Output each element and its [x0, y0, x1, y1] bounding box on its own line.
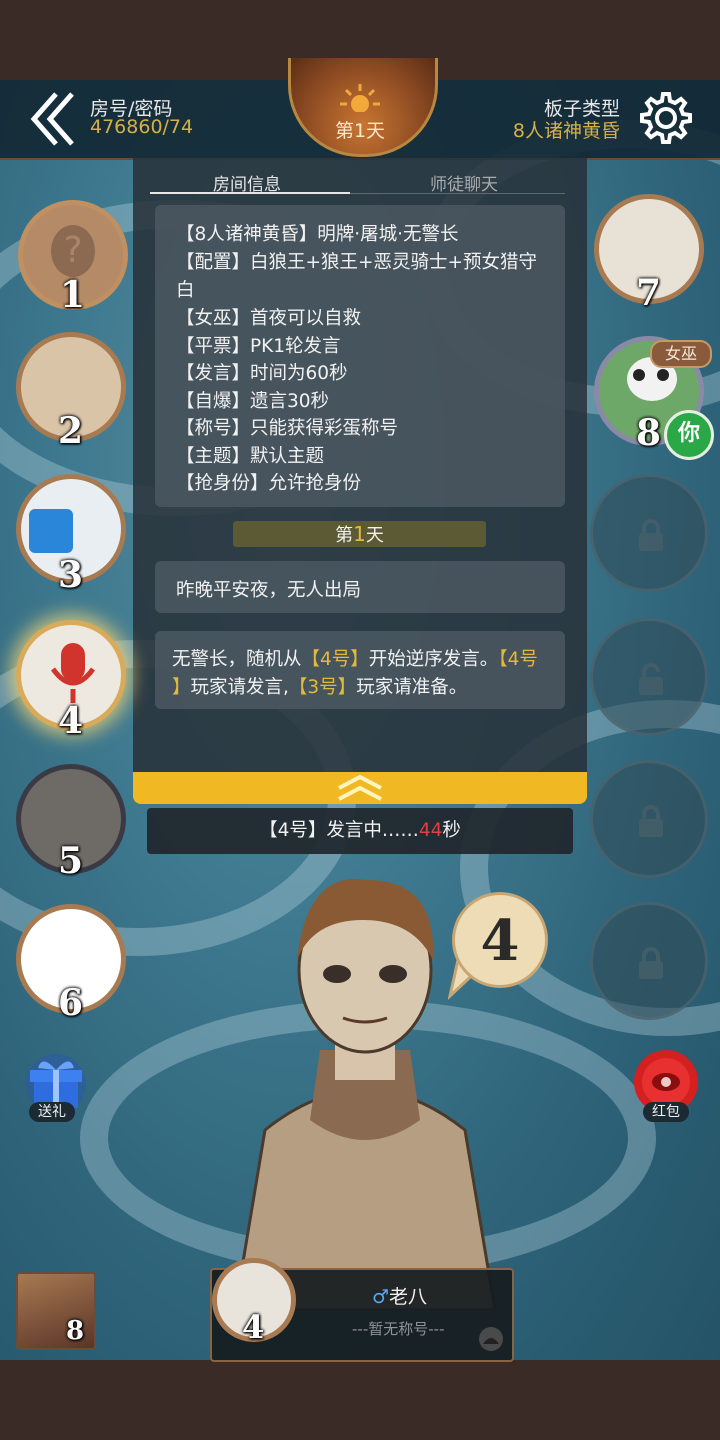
microphone-icon: [50, 643, 96, 703]
app-logo-icon: [29, 509, 73, 553]
wolf-emblem-icon: [479, 1327, 503, 1351]
unlock-icon: [639, 663, 663, 695]
seat-8-number: 8: [636, 412, 662, 454]
locked-seat[interactable]: [590, 474, 708, 592]
rule-line: 【抢身份】允许抢身份: [176, 473, 362, 494]
rule-line: 【平票】PK1轮发言: [176, 336, 341, 357]
rule-line: 【主题】默认主题: [176, 446, 325, 467]
male-icon: ♂: [372, 1286, 390, 1308]
day-label: 第1天: [334, 120, 386, 142]
current-speaker-title: ---暂无称号---: [352, 1320, 445, 1338]
lock-icon: [639, 519, 663, 551]
collapse-panel-button[interactable]: [133, 772, 587, 804]
seat-7-number: 7: [636, 272, 662, 314]
speaking-character-illustration: [233, 879, 497, 1310]
rule-line: 【称号】只能获得彩蛋称号: [176, 418, 399, 439]
gift-label: 送礼: [29, 1102, 75, 1122]
chevron-up-icon: [338, 774, 382, 801]
night-result-text: 昨晚平安夜，无人出局: [176, 580, 362, 601]
rule-line: 【女巫】首夜可以自救: [176, 308, 362, 329]
seat-2-number: 2: [58, 410, 84, 452]
sun-icon: [340, 84, 380, 112]
room-value: 476860/74: [90, 116, 194, 138]
tab-mentor-chat[interactable]: 师徒聊天: [430, 170, 498, 195]
locked-seat[interactable]: [590, 760, 708, 878]
panda-eye: [657, 369, 669, 381]
rule-line: 白: [176, 280, 195, 301]
panda-eye: [633, 369, 645, 381]
rule-line: 【发言】时间为60秒: [176, 363, 348, 384]
current-speaker-name: ♂老八: [372, 1286, 428, 1308]
speak-order-text: 】玩家请发言,【3号】玩家请准备。: [172, 677, 468, 698]
active-tab-indicator: [150, 192, 350, 194]
my-seat-number: 8: [66, 1316, 85, 1346]
unknown-avatar-icon: ?: [51, 225, 95, 277]
settings-gear-icon[interactable]: [636, 88, 696, 148]
locked-seat[interactable]: [590, 902, 708, 1020]
rule-line: 【8人诸神黄昏】明牌·屠城·无警长: [176, 224, 459, 245]
seat-4-number: 4: [58, 700, 84, 742]
board-type-value: 8人诸神黄昏: [512, 120, 620, 142]
lock-icon: [639, 805, 663, 837]
red-packet-label: 红包: [643, 1102, 689, 1122]
rule-line: 【配置】白狼王+狼王+恶灵骑士+预女猎守: [176, 252, 538, 273]
current-speaker-seat: 4: [242, 1308, 265, 1346]
tab-divider: [350, 193, 565, 194]
day-divider: 第1天: [233, 521, 486, 547]
role-badge-witch: 女巫: [650, 340, 712, 368]
lock-icon: [639, 947, 663, 979]
locked-seat[interactable]: [590, 618, 708, 736]
speaking-status: 【4号】发言中……44秒: [147, 808, 573, 854]
seat-1-number: 1: [60, 274, 86, 316]
speak-order-text: 无警长，随机从【4号】开始逆序发言。【4号: [172, 649, 538, 670]
you-badge: 你: [664, 410, 714, 460]
bottom-margin: [0, 1360, 720, 1440]
seat-6-number: 6: [58, 982, 84, 1024]
back-icon[interactable]: [28, 90, 80, 148]
seat-3-number: 3: [58, 554, 84, 596]
rule-line: 【自爆】遗言30秒: [176, 391, 330, 412]
seat-5-number: 5: [58, 840, 84, 882]
